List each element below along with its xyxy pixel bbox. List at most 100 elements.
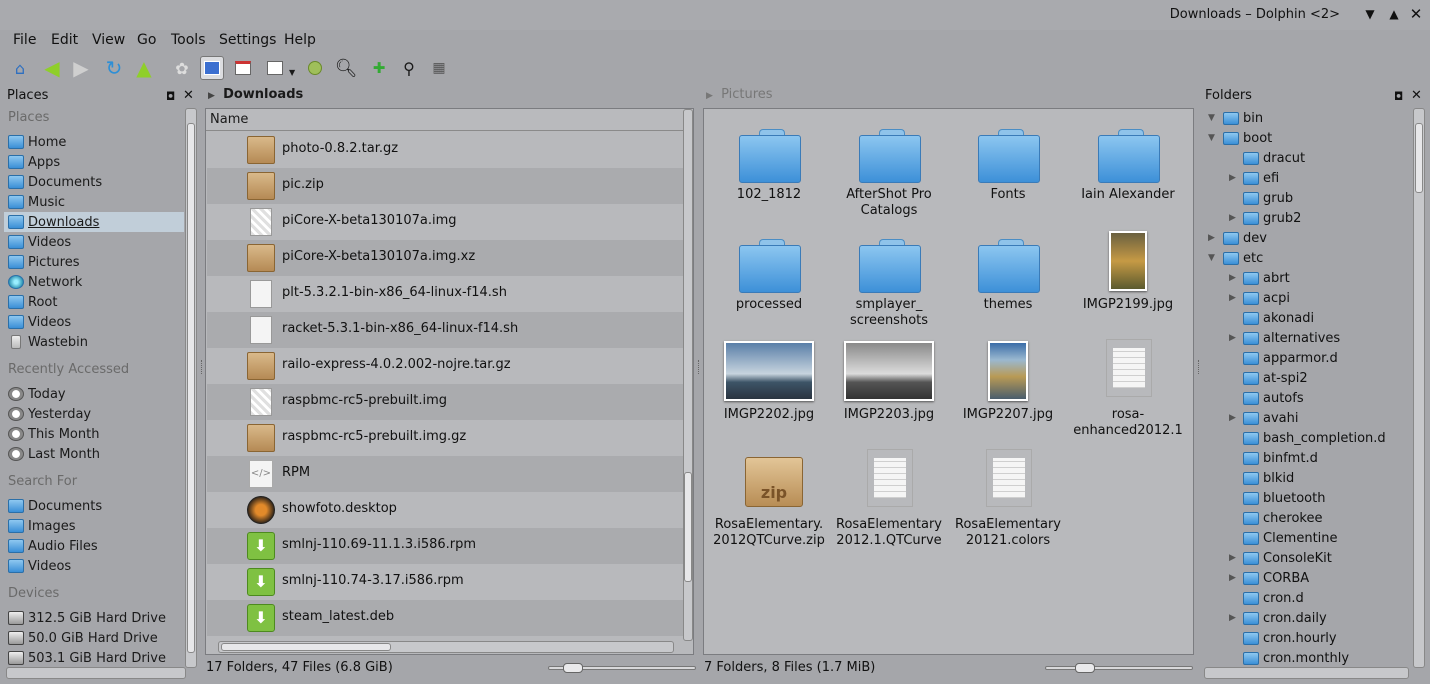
place-network[interactable]: Network bbox=[4, 272, 184, 292]
reload-icon[interactable]: ↻ bbox=[102, 56, 126, 80]
folder-acpi[interactable]: acpi bbox=[1243, 288, 1290, 308]
details-view-icon[interactable] bbox=[231, 56, 255, 80]
device-2[interactable]: 50.0 GiB Hard Drive bbox=[4, 628, 184, 648]
terminal-icon[interactable]: ▦ bbox=[427, 56, 451, 80]
search-icon[interactable]: 🔍︎ bbox=[334, 56, 358, 80]
folder-bash-completion[interactable]: bash_completion.d bbox=[1243, 428, 1386, 448]
device-3[interactable]: 503.1 GiB Hard Drive bbox=[4, 648, 184, 668]
folder-bin[interactable]: bin bbox=[1223, 108, 1263, 128]
recent-today[interactable]: Today bbox=[4, 384, 184, 404]
folder-item[interactable]: smplayer_ screenshots bbox=[829, 239, 949, 339]
details-hscrollbar[interactable] bbox=[218, 641, 674, 653]
folder-binfmt[interactable]: binfmt.d bbox=[1243, 448, 1318, 468]
menu-settings[interactable]: Settings bbox=[219, 32, 276, 48]
place-pictures[interactable]: Pictures bbox=[4, 252, 184, 272]
folder-item[interactable]: Iain Alexander bbox=[1068, 129, 1188, 229]
close-panel-icon[interactable]: ✕ bbox=[1411, 88, 1422, 103]
details-vscrollbar[interactable] bbox=[683, 109, 693, 641]
right-zoom-handle[interactable] bbox=[1075, 663, 1095, 673]
folder-cherokee[interactable]: cherokee bbox=[1243, 508, 1322, 528]
folder-alternatives[interactable]: alternatives bbox=[1243, 328, 1340, 348]
file-row[interactable]: </> RPM bbox=[207, 456, 683, 492]
file-item[interactable]: zip RosaElementary. 2012QTCurve.zip bbox=[709, 449, 829, 549]
folder-item[interactable]: AfterShot Pro Catalogs bbox=[829, 129, 949, 229]
image-item[interactable]: IMGP2199.jpg bbox=[1068, 229, 1188, 339]
float-panel-icon[interactable]: ◘ bbox=[1394, 90, 1403, 103]
file-item[interactable]: rosa-enhanced2012.1 bbox=[1068, 339, 1188, 439]
close-panel-icon[interactable]: ✕ bbox=[183, 88, 194, 103]
image-item[interactable]: IMGP2207.jpg bbox=[948, 339, 1068, 439]
folder-at-spi2[interactable]: at-spi2 bbox=[1243, 368, 1308, 388]
folder-clementine[interactable]: Clementine bbox=[1243, 528, 1338, 548]
file-row[interactable]: plt-5.3.2.1-bin-x86_64-linux-f14.sh bbox=[207, 276, 683, 312]
column-header-name[interactable]: Name bbox=[206, 109, 684, 131]
places-scroll-thumb[interactable] bbox=[187, 123, 195, 653]
folder-cron-hourly[interactable]: cron.hourly bbox=[1243, 628, 1337, 648]
right-breadcrumb[interactable]: ▶ Pictures bbox=[706, 87, 773, 105]
folder-consolekit[interactable]: ConsoleKit bbox=[1243, 548, 1332, 568]
split-view-icon[interactable] bbox=[200, 56, 224, 80]
left-breadcrumb[interactable]: ▶ Downloads bbox=[208, 87, 303, 105]
file-row[interactable]: showfoto.desktop bbox=[207, 492, 683, 528]
folder-item[interactable]: processed bbox=[709, 239, 829, 339]
place-downloads[interactable]: Downloads bbox=[4, 212, 184, 232]
menu-edit[interactable]: Edit bbox=[51, 32, 78, 48]
back-icon[interactable]: ◀ bbox=[40, 56, 64, 80]
preview-icon[interactable] bbox=[303, 56, 327, 80]
file-row[interactable]: photo-0.8.2.tar.gz bbox=[207, 132, 683, 168]
maximize-icon[interactable]: ▲ bbox=[1386, 6, 1402, 22]
folder-item[interactable]: 102_1812 bbox=[709, 129, 829, 229]
image-item[interactable]: IMGP2203.jpg bbox=[829, 339, 949, 439]
folder-cron-daily[interactable]: cron.daily bbox=[1243, 608, 1327, 628]
menu-view[interactable]: View bbox=[92, 32, 125, 48]
splitter-handle[interactable] bbox=[201, 360, 203, 374]
folder-abrt[interactable]: abrt bbox=[1243, 268, 1290, 288]
place-videos-2[interactable]: Videos bbox=[4, 312, 184, 332]
file-row[interactable]: ⬇ steam_latest.deb bbox=[207, 600, 683, 636]
file-row[interactable]: railo-express-4.0.2.002-nojre.tar.gz bbox=[207, 348, 683, 384]
view-dropdown-arrow-icon[interactable]: ▼ bbox=[289, 68, 295, 77]
home-icon[interactable]: ⌂ bbox=[8, 56, 32, 80]
folder-cron-monthly[interactable]: cron.monthly bbox=[1243, 648, 1349, 668]
recent-last-month[interactable]: Last Month bbox=[4, 444, 184, 464]
folders-hscrollbar[interactable] bbox=[1204, 667, 1409, 679]
place-apps[interactable]: Apps bbox=[4, 152, 184, 172]
place-music[interactable]: Music bbox=[4, 192, 184, 212]
splitter-handle[interactable] bbox=[1198, 360, 1200, 374]
file-row[interactable]: piCore-X-beta130107a.img.xz bbox=[207, 240, 683, 276]
place-wastebin[interactable]: Wastebin bbox=[4, 332, 184, 352]
image-item[interactable]: IMGP2202.jpg bbox=[709, 339, 829, 439]
icons-view-icon[interactable]: ✿ bbox=[170, 56, 194, 80]
right-zoom-slider[interactable] bbox=[1045, 666, 1193, 670]
folder-dracut[interactable]: dracut bbox=[1243, 148, 1305, 168]
splitter-handle[interactable] bbox=[698, 360, 700, 374]
menu-go[interactable]: Go bbox=[137, 32, 156, 48]
search-videos[interactable]: Videos bbox=[4, 556, 184, 576]
forward-icon[interactable]: ▶ bbox=[69, 56, 93, 80]
left-zoom-handle[interactable] bbox=[563, 663, 583, 673]
place-home[interactable]: Home bbox=[4, 132, 184, 152]
folder-corba[interactable]: CORBA bbox=[1243, 568, 1309, 588]
file-row[interactable]: pic.zip bbox=[207, 168, 683, 204]
device-1[interactable]: 312.5 GiB Hard Drive bbox=[4, 608, 184, 628]
folder-item[interactable]: Fonts bbox=[948, 129, 1068, 229]
search-images[interactable]: Images bbox=[4, 516, 184, 536]
breadcrumb-pictures[interactable]: Pictures bbox=[721, 87, 772, 102]
recent-this-month[interactable]: This Month bbox=[4, 424, 184, 444]
close-icon[interactable]: ✕ bbox=[1408, 6, 1424, 22]
file-row[interactable]: ⬇ smlnj-110.74-3.17.i586.rpm bbox=[207, 564, 683, 600]
places-hscrollbar[interactable] bbox=[6, 667, 186, 679]
file-row[interactable]: raspbmc-rc5-prebuilt.img.gz bbox=[207, 420, 683, 456]
filter-icon[interactable]: ⚲ bbox=[397, 56, 421, 80]
folder-autofs[interactable]: autofs bbox=[1243, 388, 1304, 408]
folders-scroll-thumb[interactable] bbox=[1415, 123, 1423, 193]
file-row[interactable]: ⬇ smlnj-110.69-11.1.3.i586.rpm bbox=[207, 528, 683, 564]
folder-bluetooth[interactable]: bluetooth bbox=[1243, 488, 1325, 508]
breadcrumb-downloads[interactable]: Downloads bbox=[223, 87, 303, 102]
recent-yesterday[interactable]: Yesterday bbox=[4, 404, 184, 424]
up-icon[interactable]: ▲ bbox=[132, 56, 156, 80]
menu-file[interactable]: File bbox=[13, 32, 36, 48]
folder-etc[interactable]: etc bbox=[1223, 248, 1263, 268]
search-documents[interactable]: Documents bbox=[4, 496, 184, 516]
details-hscroll-thumb[interactable] bbox=[221, 643, 391, 651]
